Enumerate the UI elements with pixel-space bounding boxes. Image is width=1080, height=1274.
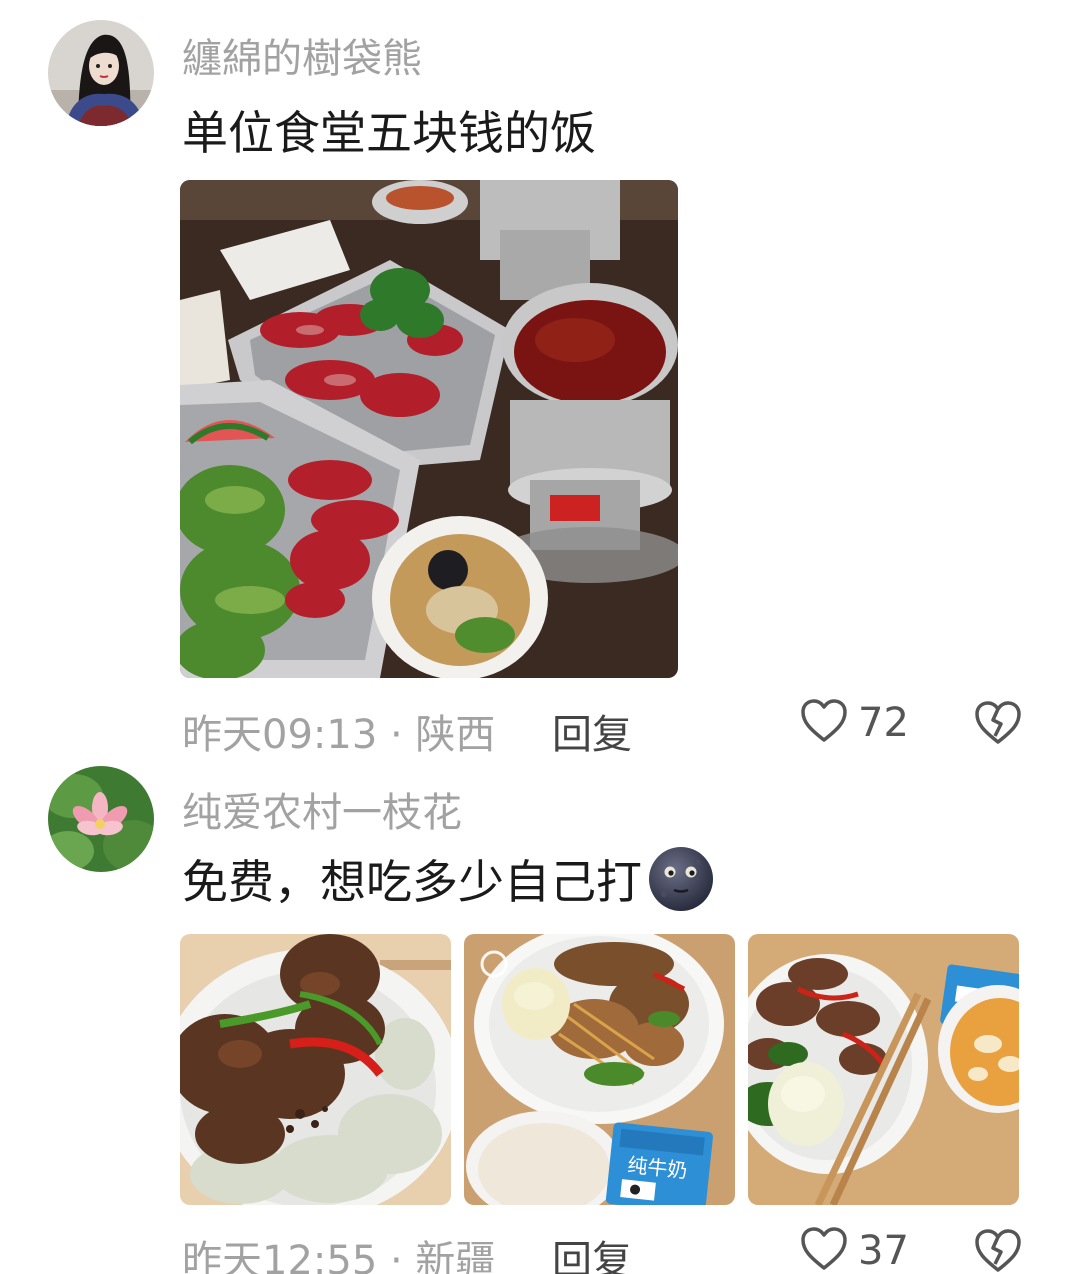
- like-button[interactable]: 72: [800, 698, 909, 748]
- username[interactable]: 纯爱农村一枝花: [182, 780, 462, 838]
- avatar[interactable]: [48, 766, 154, 872]
- like-button[interactable]: 37: [800, 1226, 909, 1274]
- like-count: 37: [858, 1228, 909, 1274]
- moon-face-emoji-icon: [646, 844, 716, 914]
- reply-button[interactable]: 回复: [552, 1228, 632, 1274]
- broken-heart-icon: [974, 701, 1022, 750]
- comment-item: 纏綿的樹袋熊 单位食堂五块钱的饭 昨天09:13 · 陕西 回复 72: [0, 0, 1080, 760]
- comment-image[interactable]: [180, 180, 678, 678]
- reply-button[interactable]: 回复: [552, 702, 632, 760]
- comment-image[interactable]: [180, 934, 451, 1205]
- timestamp-location: 昨天09:13 · 陕西: [182, 712, 496, 758]
- like-count: 72: [858, 700, 909, 746]
- comment-text-row: 免费，想吃多少自己打: [182, 844, 716, 914]
- username[interactable]: 纏綿的樹袋熊: [182, 26, 422, 84]
- comment-text: 免费，想吃多少自己打: [182, 855, 642, 909]
- comment-text: 单位食堂五块钱的饭: [182, 106, 596, 160]
- broken-heart-icon: [974, 1229, 1022, 1274]
- heart-icon: [800, 1226, 848, 1274]
- comment-item: 纯爱农村一枝花 免费，想吃多少自己打 纯牛奶 昨天12:55 · 新疆 回复 3…: [0, 760, 1080, 1274]
- comment-image[interactable]: [748, 934, 1019, 1205]
- dislike-button[interactable]: [974, 700, 1022, 750]
- dislike-button[interactable]: [974, 1228, 1022, 1274]
- timestamp-location: 昨天12:55 · 新疆: [182, 1238, 496, 1274]
- heart-icon: [800, 698, 848, 748]
- avatar[interactable]: [48, 20, 154, 126]
- comment-image[interactable]: 纯牛奶: [464, 934, 735, 1205]
